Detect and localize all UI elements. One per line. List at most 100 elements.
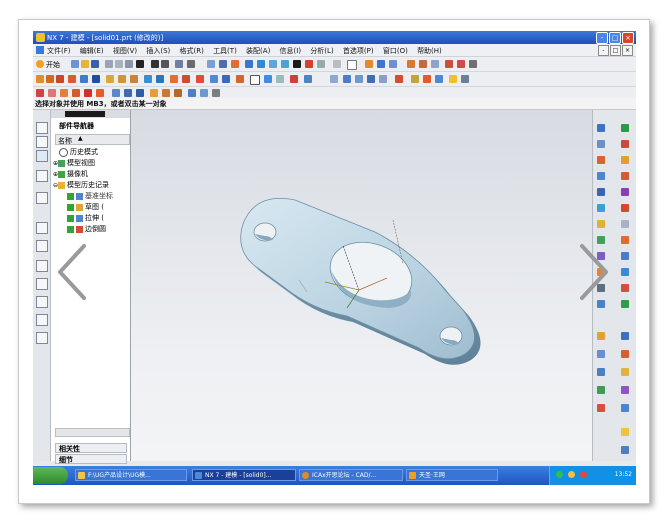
graphics-window[interactable]	[131, 110, 592, 461]
measure-angle-icon[interactable]	[419, 60, 427, 68]
clip-icon[interactable]	[317, 60, 325, 68]
menu-tools[interactable]: 工具(T)	[213, 47, 237, 55]
restore-view-icon[interactable]	[621, 350, 629, 358]
revolve-tool-icon[interactable]	[56, 75, 64, 83]
measure-body-icon[interactable]	[431, 60, 439, 68]
close-button[interactable]: ×	[622, 32, 634, 44]
part-navigator-tab-icon[interactable]	[36, 150, 48, 162]
doc-close-button[interactable]: ×	[622, 45, 633, 56]
snap-icon[interactable]	[330, 75, 338, 83]
draft-analysis-icon[interactable]	[96, 89, 104, 97]
gap-analysis-icon[interactable]	[72, 89, 80, 97]
taskbar-item-other[interactable]: 天圣·王网	[406, 469, 498, 481]
background-icon[interactable]	[597, 204, 605, 212]
navigator-item-sketch[interactable]: 草图 (	[67, 202, 104, 212]
drafting-icon[interactable]	[188, 89, 196, 97]
point-tool-icon[interactable]	[290, 75, 298, 83]
previous-arrow-icon[interactable]	[54, 242, 90, 302]
rotate-icon[interactable]	[621, 140, 629, 148]
manufacturing-wizard-tab-icon[interactable]	[36, 296, 48, 308]
minimize-button[interactable]: -	[596, 32, 608, 44]
edit-section-icon[interactable]	[305, 60, 313, 68]
menu-analysis[interactable]: 分析(L)	[310, 47, 333, 55]
move-layer-icon[interactable]	[377, 60, 385, 68]
repeat-command-icon[interactable]	[175, 60, 183, 68]
menu-preferences[interactable]: 首选项(P)	[343, 47, 374, 55]
menu-edit[interactable]: 编辑(E)	[80, 47, 104, 55]
checkbox-checked-icon[interactable]	[67, 192, 74, 200]
intersect-tool-icon[interactable]	[130, 75, 138, 83]
selection-intent-icon[interactable]	[423, 75, 431, 83]
pan-icon[interactable]	[597, 140, 605, 148]
checkbox-checked-icon[interactable]	[67, 203, 74, 211]
snap-intersection-icon[interactable]	[379, 75, 387, 83]
boss-tool-icon[interactable]	[80, 75, 88, 83]
navigator-item-edge-blend[interactable]: 边倒圆	[67, 224, 106, 234]
surface-tool-icon[interactable]	[304, 75, 312, 83]
update-display-icon[interactable]	[597, 368, 605, 376]
regenerate-icon[interactable]	[621, 368, 629, 376]
show-hide-icon[interactable]	[347, 60, 357, 70]
navigator-item-model-views[interactable]: ⊕ 模型视图	[53, 158, 95, 168]
snap-view-icon[interactable]	[597, 350, 605, 358]
dependencies-panel[interactable]: 相关性	[55, 443, 127, 453]
measure-distance-icon[interactable]	[407, 60, 415, 68]
paste-icon[interactable]	[125, 60, 133, 68]
orient-view-icon[interactable]	[231, 60, 239, 68]
zoom-icon[interactable]	[597, 124, 605, 132]
snap-center-icon[interactable]	[367, 75, 375, 83]
pocket-tool-icon[interactable]	[92, 75, 100, 83]
top-view-icon[interactable]	[621, 156, 629, 164]
roles-tab-icon[interactable]	[36, 314, 48, 326]
pattern-tool-icon[interactable]	[196, 75, 204, 83]
process-studio-tab-icon[interactable]	[36, 278, 48, 290]
navigator-scrollbar[interactable]	[51, 110, 130, 118]
window-icon[interactable]	[219, 60, 227, 68]
web-browser-tab-icon[interactable]	[36, 222, 48, 234]
snap-quadrant-icon[interactable]	[395, 75, 403, 83]
maximize-button[interactable]: □	[609, 32, 621, 44]
menu-format[interactable]: 格式(R)	[180, 47, 204, 55]
layout-icon[interactable]	[207, 60, 215, 68]
extrude-tool-icon[interactable]	[46, 75, 54, 83]
environment-icon[interactable]	[621, 252, 629, 260]
selection-mode-icon[interactable]	[435, 75, 443, 83]
copy-icon[interactable]	[115, 60, 123, 68]
app-menu-icon[interactable]	[36, 46, 44, 54]
trimetric-view-icon[interactable]	[597, 188, 605, 196]
system-materials-tab-icon[interactable]	[36, 260, 48, 272]
true-shading-icon[interactable]	[621, 386, 629, 394]
sketch-tool-icon[interactable]	[36, 75, 44, 83]
refresh-icon[interactable]	[597, 386, 605, 394]
doc-restore-button[interactable]: □	[610, 45, 621, 56]
doc-minimize-button[interactable]: -	[598, 45, 609, 56]
mirror-tool-icon[interactable]	[210, 75, 218, 83]
deviation-icon[interactable]	[48, 89, 56, 97]
edge-blend-tool-icon[interactable]	[144, 75, 152, 83]
datum-axis-icon[interactable]	[264, 75, 272, 83]
system-scene-tab-icon[interactable]	[36, 332, 48, 344]
surface-analysis-icon[interactable]	[60, 89, 68, 97]
redo-icon[interactable]	[161, 60, 169, 68]
wireframe-icon[interactable]	[269, 60, 277, 68]
constraint-navigator-tab-icon[interactable]	[36, 136, 48, 148]
decal-icon[interactable]	[621, 236, 629, 244]
unite-tool-icon[interactable]	[106, 75, 114, 83]
iso-view-icon[interactable]	[621, 172, 629, 180]
menu-information[interactable]: 信息(I)	[280, 47, 302, 55]
cut-icon[interactable]	[105, 60, 113, 68]
roles-icon[interactable]	[212, 89, 220, 97]
next-arrow-icon[interactable]	[576, 242, 612, 302]
right-view-icon[interactable]	[597, 172, 605, 180]
chamfer-tool-icon[interactable]	[156, 75, 164, 83]
info-point-icon[interactable]	[469, 60, 477, 68]
menu-insert[interactable]: 插入(S)	[146, 47, 170, 55]
copy-layer-icon[interactable]	[389, 60, 397, 68]
trim-body-icon[interactable]	[222, 75, 230, 83]
history-tab-icon[interactable]	[36, 240, 48, 252]
navigator-item-history-mode[interactable]: 历史模式	[59, 147, 98, 157]
draft-tool-icon[interactable]	[182, 75, 190, 83]
settings-icon[interactable]	[621, 446, 629, 454]
checkbox-checked-icon[interactable]	[67, 225, 74, 233]
layer-icon[interactable]	[365, 60, 373, 68]
